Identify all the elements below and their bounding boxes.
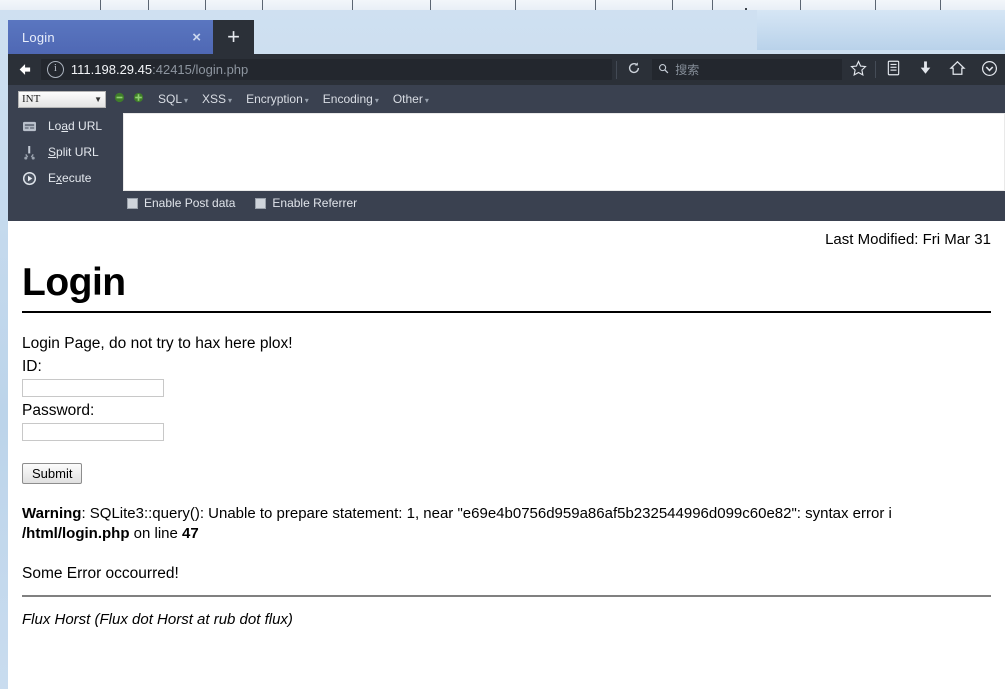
checkbox-box[interactable] — [255, 197, 267, 209]
hackbar-menubar: INT ▼ SQL ▾ XSS ▾ Encryption ▾ Encoding ▾ — [8, 85, 1005, 110]
warning-path: /html/login.php — [22, 524, 130, 542]
hackbar-menu-other[interactable]: Other ▾ — [393, 92, 429, 106]
hackbar-type-value: INT — [22, 93, 41, 105]
navigation-toolbar: i 111.198.29.45:42415/login.php 搜索 — [8, 54, 1005, 85]
hackbar-menu-sql[interactable]: SQL ▾ — [158, 92, 188, 106]
execute-button[interactable]: Execute — [18, 165, 123, 191]
hackbar-options-row: Enable Post data Enable Referrer — [8, 191, 1005, 215]
hackbar-next-icon[interactable] — [133, 92, 144, 106]
id-input[interactable] — [22, 378, 164, 397]
split-url-label: Split URL — [48, 145, 99, 159]
hackbar-menu-encoding-label: Encoding — [322, 92, 373, 106]
password-label: Password: — [22, 401, 95, 419]
password-input[interactable] — [22, 422, 164, 441]
hackbar-menu-other-label: Other — [392, 92, 423, 106]
tab-title: Login — [22, 29, 55, 45]
hackbar-request-textarea[interactable] — [123, 113, 1005, 191]
hackbar-menu-xss-label: XSS — [202, 92, 227, 106]
hackbar-menu-xss[interactable]: XSS ▾ — [202, 92, 232, 106]
submit-button[interactable]: Submit — [22, 462, 83, 484]
hackbar-prev-icon[interactable] — [114, 92, 125, 106]
hackbar-panel: INT ▼ SQL ▾ XSS ▾ Encryption ▾ Encoding ▾ — [8, 85, 1005, 221]
hackbar-menu-encryption-label: Encryption — [246, 92, 303, 106]
toolbar-divider — [875, 61, 877, 78]
load-url-button[interactable]: Load URL — [18, 113, 123, 139]
search-bar[interactable]: 搜索 — [652, 59, 843, 80]
back-arrow-icon[interactable] — [8, 62, 41, 77]
intro-text: Login Page, do not try to hax here plox! — [22, 334, 293, 352]
load-url-icon — [18, 118, 40, 134]
footer-credit: Flux Horst (Flux dot Horst at rub dot fl… — [22, 611, 293, 629]
search-icon — [658, 63, 669, 77]
tab-login[interactable]: Login × — [8, 20, 213, 54]
chevron-down-icon: ▾ — [184, 96, 189, 105]
error-message: Some Error occourred! — [22, 565, 179, 583]
hackbar-menu-encoding[interactable]: Encoding ▾ — [323, 92, 379, 106]
warning-on-line: on line — [129, 524, 183, 542]
warning-line-number: 47 — [182, 524, 199, 542]
search-placeholder: 搜索 — [675, 63, 700, 77]
enable-post-data-checkbox[interactable]: Enable Post data — [127, 196, 235, 210]
load-url-label: Load URL — [48, 119, 103, 133]
execute-play-icon — [18, 170, 40, 186]
hackbar-action-list: Load URL Split URL Execute — [8, 113, 123, 191]
page-content: Last Modified: Fri Mar 31 Login Login Pa… — [8, 221, 1005, 628]
url-host: 111.198.29.45 — [70, 62, 153, 77]
enable-referrer-label: Enable Referrer — [272, 196, 358, 210]
chevron-down-icon: ▾ — [228, 96, 233, 105]
footer-divider — [22, 595, 991, 598]
warning-body: : SQLite3::query(): Unable to prepare st… — [81, 504, 892, 522]
close-icon[interactable]: × — [186, 28, 207, 47]
chevron-down-icon: ▾ — [304, 96, 309, 105]
browser-window: Login × + i 111.198.29.45:42415/login.ph… — [0, 10, 1005, 699]
chevron-down-icon: ▾ — [374, 96, 379, 105]
page-title: Login — [22, 261, 126, 304]
url-text: 111.198.29.45:42415/login.php — [71, 62, 248, 77]
bookmark-star-icon[interactable] — [842, 59, 874, 80]
enable-referrer-checkbox[interactable]: Enable Referrer — [255, 196, 357, 210]
php-warning-message: Warning: SQLite3::query(): Unable to pre… — [22, 504, 991, 544]
hackbar-menu-encryption[interactable]: Encryption ▾ — [246, 92, 309, 106]
identity-info-icon[interactable]: i — [46, 61, 64, 78]
library-icon[interactable] — [877, 60, 909, 79]
new-tab-button[interactable]: + — [213, 20, 254, 54]
title-divider — [22, 310, 991, 313]
reload-icon[interactable] — [616, 60, 650, 79]
chevron-down-icon: ▾ — [424, 96, 429, 105]
home-icon[interactable] — [941, 60, 973, 79]
url-bar[interactable]: i 111.198.29.45:42415/login.php — [40, 59, 613, 80]
warning-label: Warning — [22, 504, 82, 522]
url-path: :42415/login.php — [152, 62, 249, 77]
chevron-down-icon: ▼ — [94, 94, 102, 104]
hackbar-menu-sql-label: SQL — [158, 92, 183, 106]
tab-strip: Login × + — [8, 20, 1005, 54]
downloads-icon[interactable] — [909, 60, 941, 79]
split-url-icon — [18, 144, 40, 160]
id-label: ID: — [22, 357, 42, 375]
checkbox-box[interactable] — [127, 197, 138, 209]
page-viewport: Last Modified: Fri Mar 31 Login Login Pa… — [8, 221, 1005, 699]
chevron-down-icon[interactable] — [973, 60, 1005, 80]
execute-label: Execute — [48, 171, 92, 185]
enable-post-data-label: Enable Post data — [144, 196, 236, 210]
split-url-button[interactable]: Split URL — [18, 139, 123, 165]
hackbar-body: Load URL Split URL Execute — [8, 113, 1005, 191]
last-modified-text: Last Modified: Fri Mar 31 — [825, 231, 991, 248]
hackbar-type-select[interactable]: INT ▼ — [18, 90, 106, 108]
